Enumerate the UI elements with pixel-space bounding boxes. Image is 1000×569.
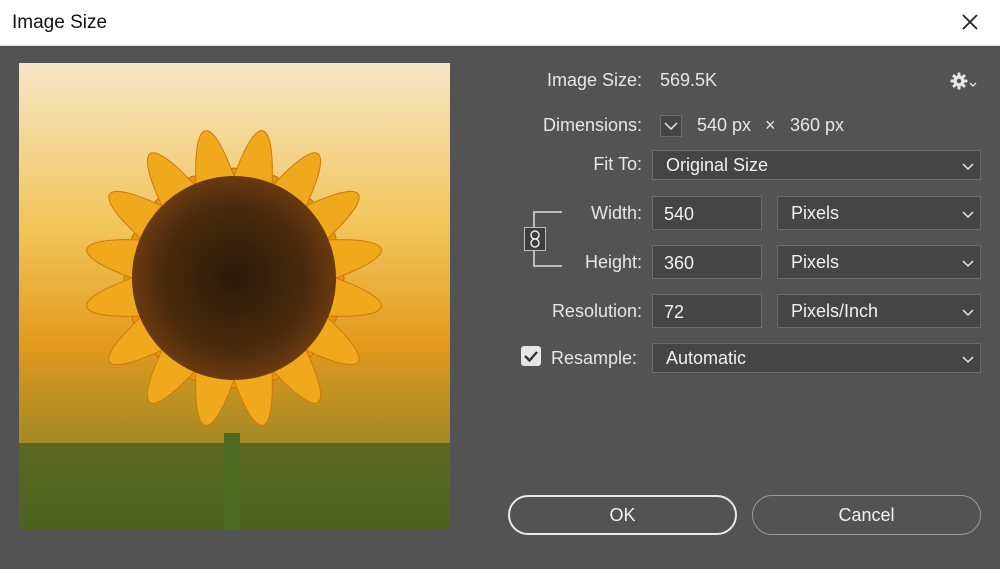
image-size-value: 569.5K [660, 70, 718, 90]
dimensions-height: 360 px [790, 115, 845, 135]
height-label: Height: [584, 252, 642, 272]
width-unit-value: Pixels [791, 203, 840, 223]
cancel-button[interactable]: Cancel [752, 495, 981, 535]
resample-select[interactable]: Automatic [652, 343, 981, 373]
image-preview[interactable] [19, 63, 450, 530]
width-unit-select[interactable]: Pixels [777, 196, 981, 230]
title-bar: Image Size [0, 0, 1000, 46]
chevron-down-icon [962, 309, 974, 317]
chevron-down-icon [962, 260, 974, 268]
resample-label: Resample: [551, 348, 638, 368]
ok-button[interactable]: OK [508, 495, 737, 535]
chevron-down-icon [962, 163, 974, 171]
fit-to-select[interactable]: Original Size [652, 150, 981, 180]
resolution-unit-value: Pixels/Inch [791, 301, 879, 321]
image-size-dialog: Image Size: 569.5K Dimensions: 540 px × … [0, 46, 1000, 569]
dimensions-chevron-down-icon[interactable] [660, 115, 682, 137]
height-unit-select[interactable]: Pixels [777, 245, 981, 279]
close-icon[interactable] [958, 10, 982, 34]
fit-to-value: Original Size [666, 155, 769, 175]
window-title: Image Size [12, 12, 108, 33]
resolution-input[interactable]: 72 [652, 294, 762, 328]
height-input[interactable]: 360 [652, 245, 762, 279]
dimensions-separator: × [765, 115, 776, 135]
chevron-down-icon [962, 356, 974, 364]
resolution-unit-select[interactable]: Pixels/Inch [777, 294, 981, 328]
image-size-label: Image Size: [546, 70, 642, 90]
dimensions-label: Dimensions: [542, 115, 642, 135]
chain-link-icon[interactable] [524, 227, 546, 251]
resample-value: Automatic [666, 348, 747, 368]
fit-to-label: Fit To: [593, 154, 642, 174]
width-label: Width: [590, 203, 642, 223]
dimensions-width: 540 px [697, 115, 752, 135]
gear-icon[interactable] [949, 71, 977, 91]
resolution-label: Resolution: [551, 301, 642, 321]
chevron-down-icon [962, 211, 974, 219]
width-input[interactable]: 540 [652, 196, 762, 230]
checkmark-icon [524, 351, 538, 363]
resample-checkbox[interactable] [521, 346, 541, 366]
height-unit-value: Pixels [791, 252, 840, 272]
